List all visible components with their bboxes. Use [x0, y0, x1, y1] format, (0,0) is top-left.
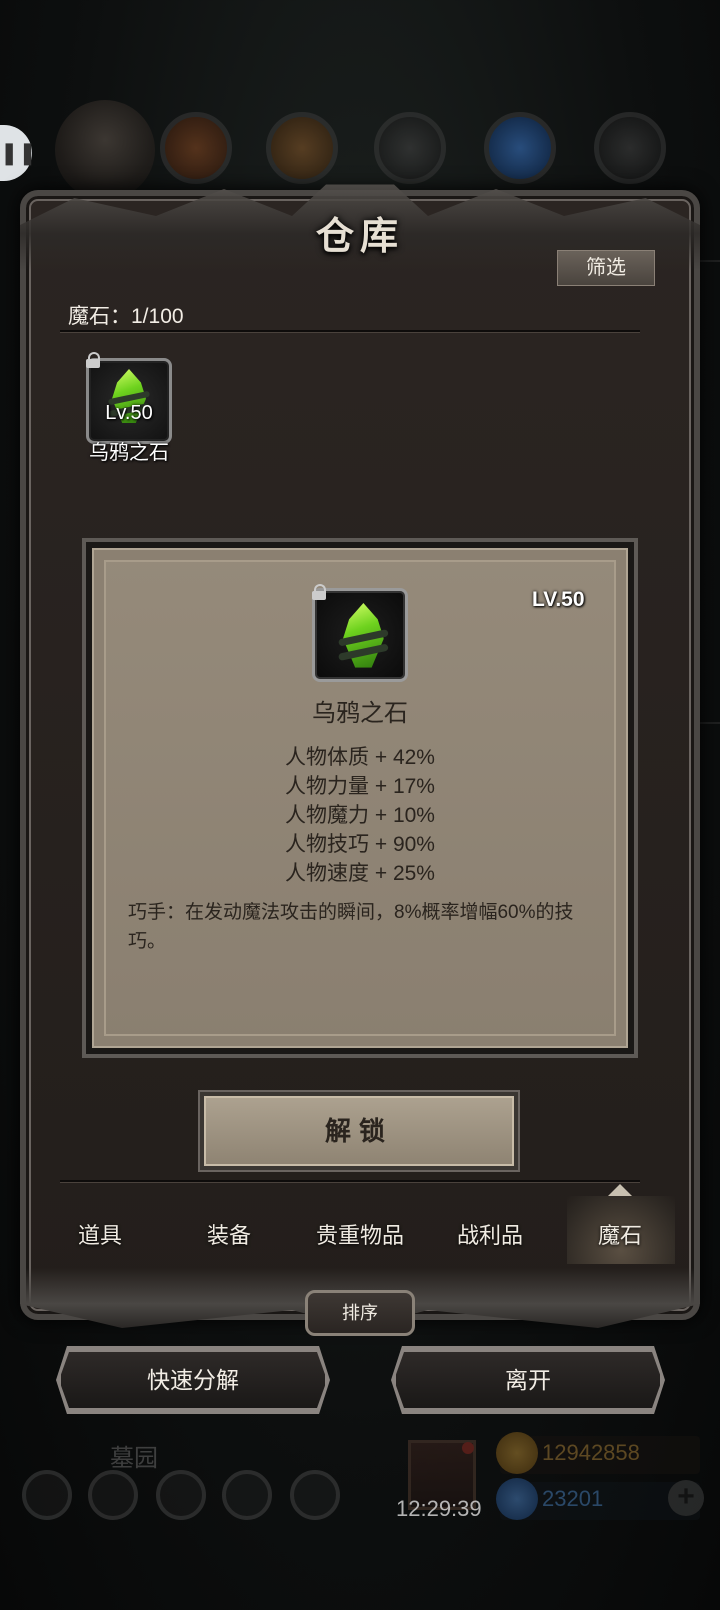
sort-button[interactable]: 排序	[305, 1290, 415, 1336]
slot-item-name: 乌鸦之石	[89, 442, 169, 464]
quick-decompose-button[interactable]: 快速分解	[59, 1350, 327, 1410]
bottom-divider	[60, 1180, 640, 1183]
dialog-title: 仓库	[315, 216, 404, 258]
stat-speed: 人物速度 + 25%	[285, 862, 435, 885]
stone-icon	[374, 112, 446, 184]
tab-equipment[interactable]: 装备	[174, 1218, 284, 1250]
slot-level: Lv.50	[105, 402, 153, 424]
blue-gem-icon	[496, 1478, 538, 1520]
inventory-slot[interactable]	[86, 358, 172, 444]
star-icon[interactable]	[88, 1470, 138, 1520]
stat-skill: 人物技巧 + 90%	[285, 833, 435, 856]
item-description: 巧手：在发动魔法攻击的瞬间，8%概率增幅60%的技巧。	[128, 902, 574, 952]
unlock-button[interactable]: 解锁	[200, 1092, 518, 1170]
location-label: 墓园	[110, 1445, 158, 1472]
notification-dot	[462, 1442, 474, 1454]
mail-icon[interactable]	[222, 1470, 272, 1520]
player-avatar[interactable]	[55, 100, 155, 200]
tab-loot[interactable]: 战利品	[435, 1218, 545, 1250]
green-gem-icon	[338, 603, 389, 668]
settings-icon[interactable]	[22, 1470, 72, 1520]
top-divider	[60, 330, 640, 333]
gold-value: 12942858	[542, 1440, 640, 1465]
ore-icon	[594, 112, 666, 184]
stat-constitution: 人物体质 + 42%	[285, 746, 435, 769]
leave-button[interactable]: 离开	[394, 1350, 662, 1410]
meat-icon	[160, 112, 232, 184]
map-icon[interactable]	[290, 1470, 340, 1520]
lock-icon	[312, 584, 326, 600]
detail-level: LV.50	[532, 588, 585, 611]
gate-icon[interactable]	[156, 1470, 206, 1520]
gem-value: 23201	[542, 1486, 604, 1511]
game-clock: 12:29:39	[396, 1496, 482, 1521]
gold-coin-icon	[496, 1432, 538, 1474]
tab-valuables[interactable]: 贵重物品	[305, 1218, 415, 1250]
crystal-icon	[484, 112, 556, 184]
add-gems-button[interactable]: +	[668, 1480, 704, 1516]
stat-strength: 人物力量 + 17%	[285, 775, 435, 798]
filter-button[interactable]: 筛选	[557, 250, 655, 286]
lock-icon	[86, 352, 100, 368]
magic-stone-count: 魔石：1/100	[68, 305, 184, 328]
tab-items[interactable]: 道具	[45, 1218, 155, 1250]
detail-item-name: 乌鸦之石	[312, 700, 408, 727]
stat-magic: 人物魔力 + 10%	[285, 804, 435, 827]
wood-icon	[266, 112, 338, 184]
tab-magic-stone[interactable]: 魔石	[565, 1218, 675, 1250]
detail-item-slot	[312, 588, 408, 682]
